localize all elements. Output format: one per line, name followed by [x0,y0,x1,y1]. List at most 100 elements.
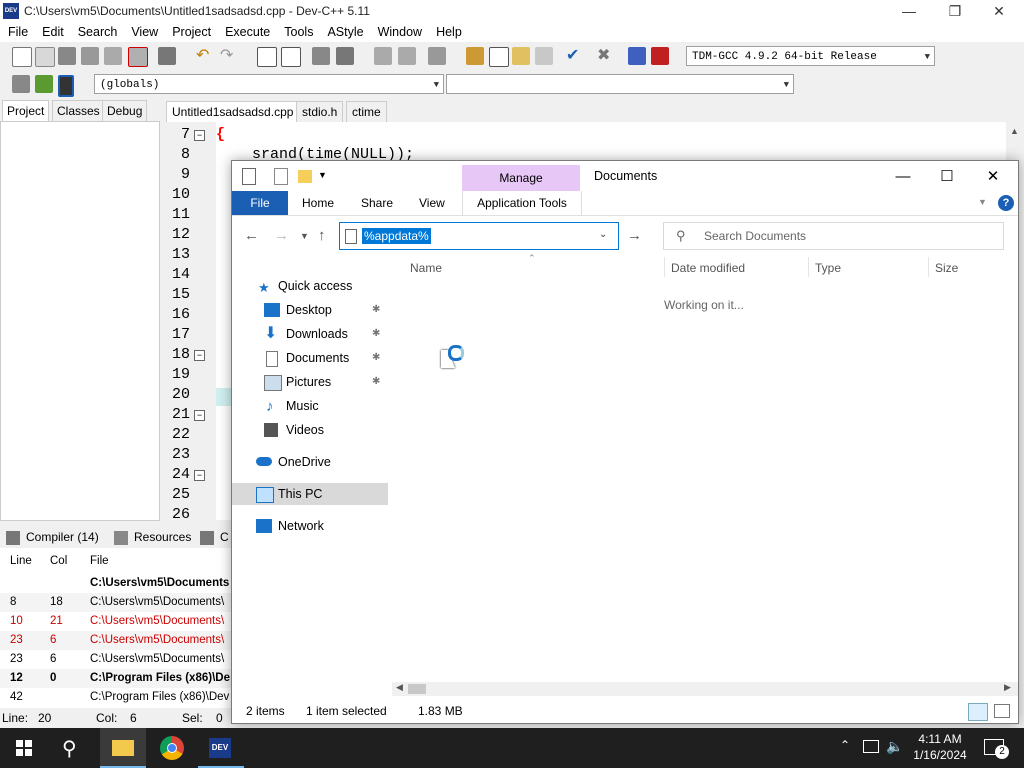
scroll-left-icon[interactable]: ◀ [396,682,403,693]
bookmark-icon[interactable] [336,47,354,65]
table-row[interactable]: 42 C:\Program Files (x86)\Dev [0,688,240,707]
scope-select[interactable]: (globals) ▼ [94,74,444,94]
tab-debug[interactable]: Debug [102,100,148,122]
nav-desktop[interactable]: Desktop ✱ [232,299,388,321]
tab-view[interactable]: View [419,191,445,215]
close-all-icon[interactable] [128,47,148,67]
goto-icon[interactable] [35,75,53,93]
table-row[interactable]: C:\Users\vm5\Documents [0,574,240,593]
function-select[interactable]: ▼ [446,74,794,94]
nav-documents[interactable]: Documents ✱ [232,347,388,369]
tab-resources[interactable]: Resources [114,526,191,548]
tab-share[interactable]: Share [361,191,393,215]
toggle-comment-icon[interactable] [428,47,446,65]
tab-application-tools[interactable]: Application Tools [462,191,582,215]
table-row[interactable]: 8 18 C:\Users\vm5\Documents\ [0,593,240,612]
window-icon[interactable] [489,47,509,67]
address-input[interactable]: %appdata% [362,228,431,244]
menu-tools[interactable]: Tools [276,22,319,39]
tab-file[interactable]: File [232,191,288,215]
up-arrow-icon[interactable]: ↑ [318,227,326,244]
clock[interactable]: 4:11 AM 1/16/2024 [912,732,968,762]
stop-icon[interactable]: ✖ [597,47,615,65]
tile-icon[interactable] [535,47,553,65]
recent-locations-icon[interactable]: ▼ [300,231,309,241]
print-icon[interactable] [158,47,176,65]
scroll-thumb[interactable] [408,684,426,694]
back-arrow-icon[interactable]: ← [244,227,259,244]
nav-downloads[interactable]: ⬇ Downloads ✱ [232,323,388,345]
undo-icon[interactable]: ↶ [196,47,214,65]
close-icon[interactable]: ✕ [970,165,1016,189]
col-date-modified[interactable]: Date modified [671,261,745,275]
help-icon[interactable]: ? [998,195,1014,211]
nav-this-pc[interactable]: This PC [232,483,388,505]
search-input[interactable]: Search Documents [704,229,806,243]
compiler-select[interactable]: TDM-GCC 4.9.2 64-bit Release ▼ [686,46,935,66]
col-size[interactable]: Size [935,261,958,275]
replace-icon[interactable] [281,47,301,67]
devcpp-taskbar-button[interactable]: DEV [198,728,244,768]
table-row[interactable]: 23 6 C:\Users\vm5\Documents\ [0,631,240,650]
windows-start-icon[interactable] [16,740,32,756]
minimize-icon[interactable]: — [886,0,932,22]
search-icon[interactable]: ⚲ [62,736,77,761]
horizontal-scrollbar[interactable]: ◀ ▶ [392,682,1018,696]
address-bar[interactable]: %appdata% ⌄ [339,222,619,250]
pin-icon[interactable]: ✱ [372,299,380,321]
tab-compiler[interactable]: Compiler (14) [6,526,99,548]
pin-icon[interactable]: ✱ [372,347,380,369]
menu-help[interactable]: Help [428,22,468,39]
check-syntax-icon[interactable]: ✔ [566,47,584,65]
menu-view[interactable]: View [123,22,164,39]
open-file-icon[interactable] [35,47,55,67]
menu-file[interactable]: File [0,22,34,39]
nav-pictures[interactable]: Pictures ✱ [232,371,388,393]
fold-toggle-icon[interactable]: − [194,350,205,361]
insert-icon[interactable] [12,75,30,93]
nav-videos[interactable]: Videos [232,419,388,441]
menu-astyle[interactable]: AStyle [319,22,369,39]
menu-window[interactable]: Window [370,22,428,39]
save-icon[interactable] [58,47,76,65]
tab-project[interactable]: Project [2,100,50,122]
checklist-icon[interactable] [274,168,288,185]
table-row[interactable]: 23 6 C:\Users\vm5\Documents\ [0,650,240,669]
scroll-right-icon[interactable]: ▶ [1004,682,1011,693]
chrome-icon[interactable] [160,736,184,760]
table-row[interactable]: 12 0 C:\Program Files (x86)\De [0,669,240,688]
chevron-up-icon[interactable]: ⌃ [840,738,850,752]
volume-muted-icon[interactable]: 🔈 [886,738,903,755]
details-view-icon[interactable] [968,703,988,721]
new-folder-icon[interactable] [298,170,312,183]
file-explorer-taskbar-button[interactable] [100,728,146,768]
forward-arrow-icon[interactable]: → [274,227,289,244]
fold-toggle-icon[interactable]: − [194,130,205,141]
col-name[interactable]: Name [410,261,442,275]
nav-quick-access[interactable]: ★ Quick access [232,275,388,297]
new-file-icon[interactable] [12,47,32,67]
menu-project[interactable]: Project [164,22,217,39]
chart-icon[interactable] [628,47,646,65]
unindent-icon[interactable] [398,47,416,65]
redo-icon[interactable]: ↷ [220,47,238,65]
profile-icon[interactable] [651,47,669,65]
chevron-down-icon[interactable]: ▼ [318,170,327,180]
tab-compile-log[interactable]: C [200,526,229,548]
tab-home[interactable]: Home [302,191,334,215]
new-project-icon[interactable] [466,47,484,65]
save-all-icon[interactable] [81,47,99,65]
bookmark-toggle-icon[interactable] [58,75,74,97]
large-icons-view-icon[interactable] [994,704,1010,718]
close-file-icon[interactable] [104,47,122,65]
pin-icon[interactable]: ✱ [372,371,380,393]
tab-ctime[interactable]: ctime [346,101,387,122]
pin-icon[interactable]: ✱ [372,323,380,345]
network-tray-icon[interactable] [863,740,879,753]
go-arrow-icon[interactable]: → [627,227,642,244]
restore-icon[interactable]: ❐ [932,0,978,22]
menu-edit[interactable]: Edit [34,22,70,39]
goto-line-icon[interactable] [312,47,330,65]
nav-onedrive[interactable]: OneDrive [232,451,388,473]
class-browser-icon[interactable] [512,47,530,65]
